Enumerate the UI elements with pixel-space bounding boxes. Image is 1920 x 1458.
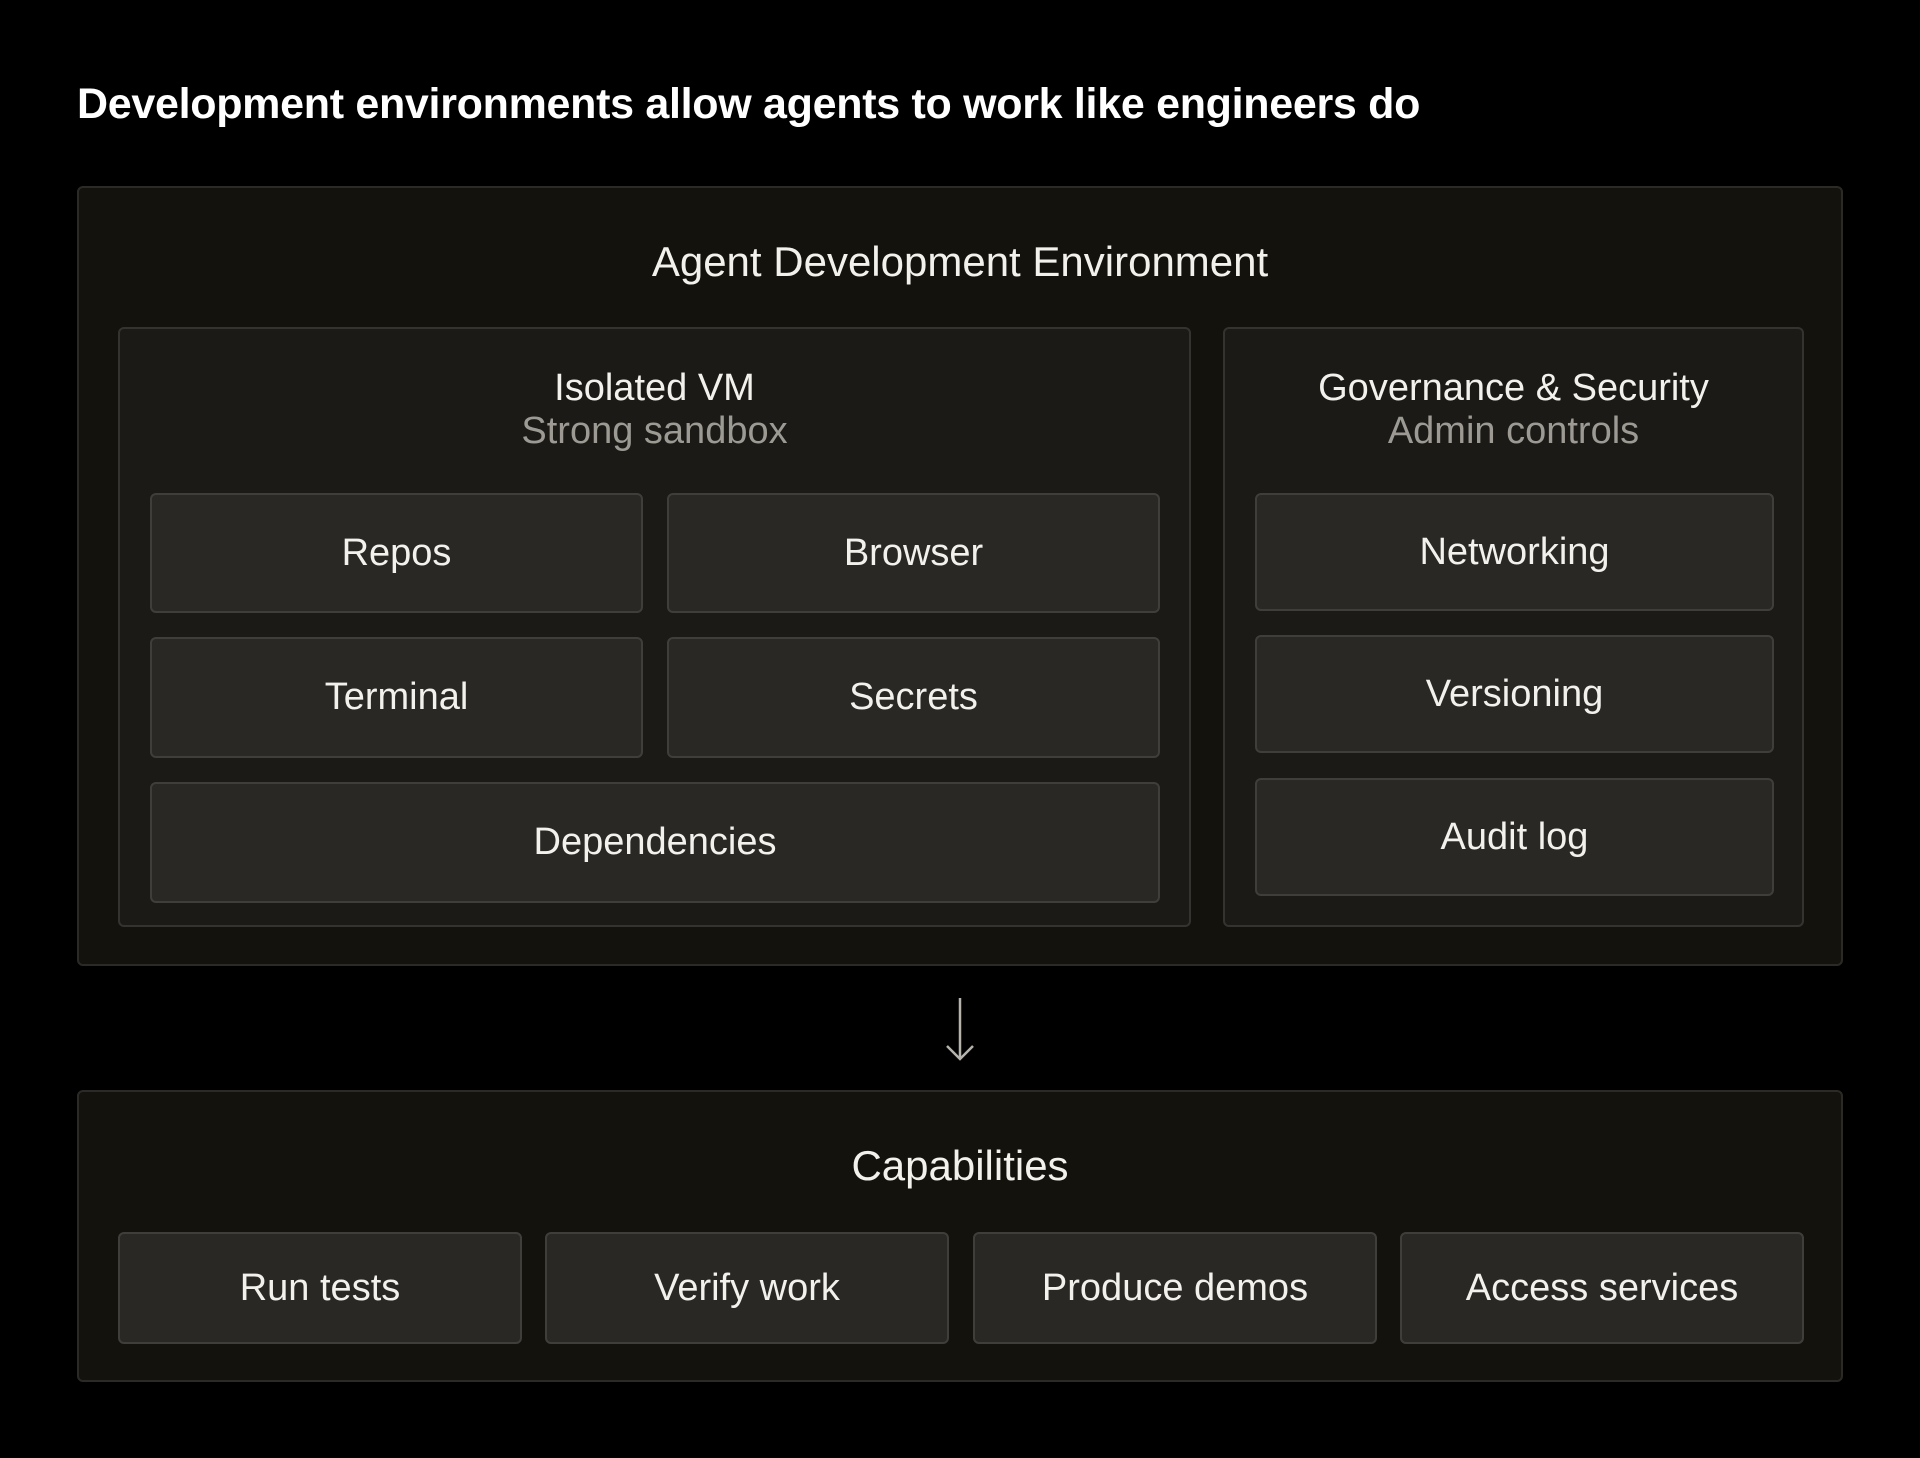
isolated-vm-subtitle: Strong sandbox bbox=[521, 410, 788, 452]
down-arrow-icon bbox=[946, 998, 974, 1061]
capabilities-panel: Capabilities Run tests Verify work Produ… bbox=[77, 1090, 1843, 1382]
governance-subtitle: Admin controls bbox=[1387, 410, 1640, 452]
isolated-vm-title: Isolated VM bbox=[554, 367, 755, 409]
dependencies-box: Dependencies bbox=[150, 782, 1160, 903]
audit-log-box: Audit log bbox=[1255, 778, 1774, 896]
capabilities-title: Capabilities bbox=[851, 1142, 1069, 1189]
networking-box: Networking bbox=[1255, 493, 1774, 611]
environment-title: Agent Development Environment bbox=[651, 238, 1269, 285]
diagram-heading: Development environments allow agents to… bbox=[77, 80, 1421, 128]
governance-title: Governance & Security bbox=[1318, 367, 1709, 409]
run-tests-box: Run tests bbox=[118, 1232, 522, 1344]
environment-panel: Agent Development Environment Isolated V… bbox=[77, 186, 1843, 966]
repos-box: Repos bbox=[150, 493, 643, 613]
governance-group: Governance & Security Admin controls Net… bbox=[1223, 327, 1804, 927]
terminal-box: Terminal bbox=[150, 637, 643, 758]
verify-work-box: Verify work bbox=[545, 1232, 949, 1344]
browser-box: Browser bbox=[667, 493, 1160, 613]
access-services-box: Access services bbox=[1400, 1232, 1804, 1344]
versioning-box: Versioning bbox=[1255, 635, 1774, 753]
isolated-vm-group: Isolated VM Strong sandbox Repos Browser… bbox=[118, 327, 1191, 927]
produce-demos-box: Produce demos bbox=[973, 1232, 1377, 1344]
secrets-box: Secrets bbox=[667, 637, 1160, 758]
